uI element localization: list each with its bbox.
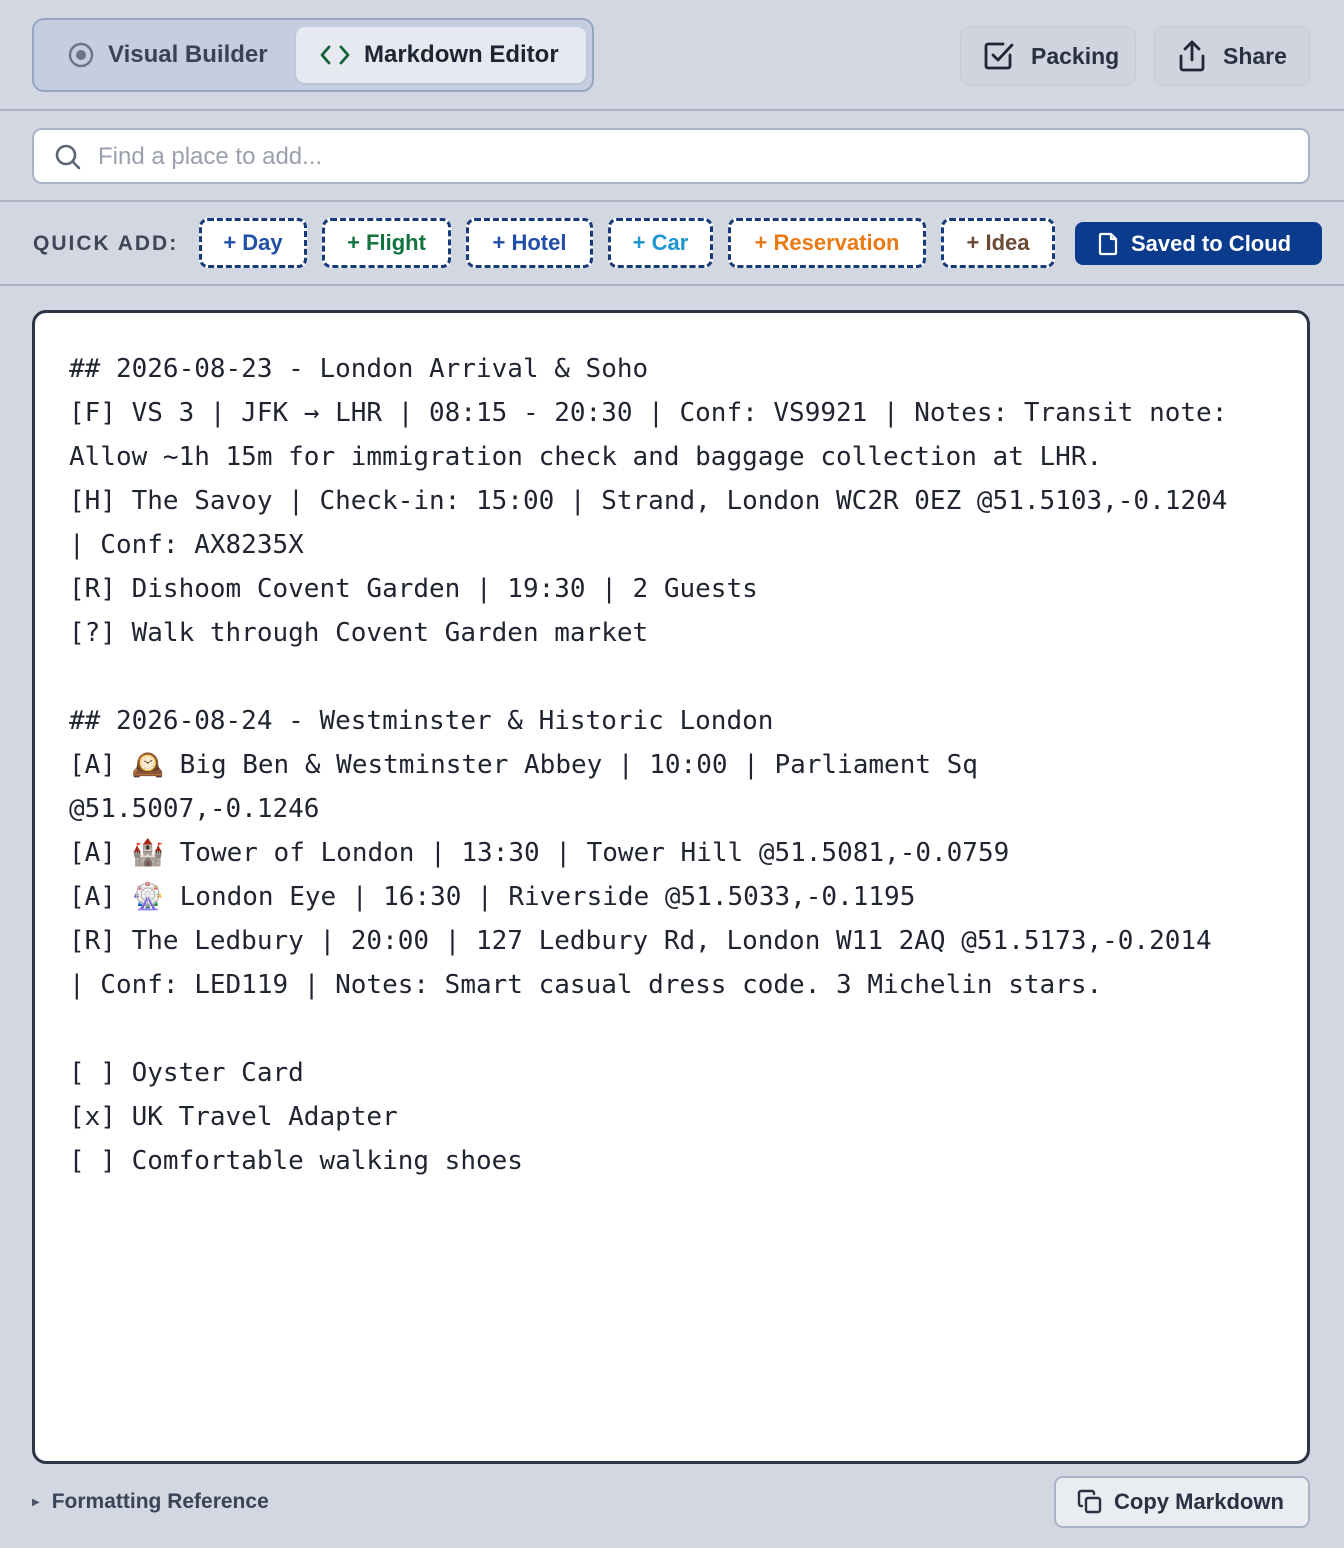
editor-line: [ ] Oyster Card — [69, 1058, 304, 1088]
checkbox-icon — [983, 40, 1015, 72]
editor-line: [ ] Comfortable walking shoes — [69, 1146, 523, 1176]
formatting-reference-label: Formatting Reference — [51, 1490, 269, 1513]
share-button[interactable]: Share — [1154, 26, 1310, 86]
search-input[interactable] — [98, 138, 1288, 176]
editor-line: [A] 🕰️ Big Ben & Westminster Abbey | 10:… — [69, 750, 978, 780]
editor-line: [A] 🎡 London Eye | 16:30 | Riverside @51… — [69, 882, 916, 912]
editor-line: ## 2026-08-23 - London Arrival & Soho — [69, 354, 649, 384]
view-mode-toggle: Visual Builder Markdown Editor — [32, 18, 594, 92]
editor-line: @51.5007,-0.1246 — [69, 794, 320, 824]
editor-line: [A] 🏰 Tower of London | 13:30 | Tower Hi… — [69, 838, 1010, 868]
packing-button[interactable]: Packing — [960, 26, 1136, 86]
add-car-button[interactable]: + Car — [608, 218, 713, 268]
add-day-button[interactable]: + Day — [199, 218, 307, 268]
share-icon — [1177, 39, 1207, 73]
editor-line: [R] Dishoom Covent Garden | 19:30 | 2 Gu… — [69, 574, 758, 604]
add-hotel-button[interactable]: + Hotel — [466, 218, 593, 268]
editor-line: [F] VS 3 | JFK → LHR | 08:15 - 20:30 | C… — [69, 398, 1228, 428]
disclosure-triangle-icon: ▶ — [32, 1496, 40, 1508]
editor-line: ## 2026-08-24 - Westminster & Historic L… — [69, 706, 774, 736]
markdown-editor-tab[interactable]: Markdown Editor — [296, 27, 586, 83]
copy-markdown-button[interactable]: Copy Markdown — [1054, 1476, 1310, 1528]
code-icon — [320, 44, 350, 66]
quick-add-bar: QUICK ADD: + Day + Flight + Hotel + Car … — [0, 202, 1344, 286]
editor-line: | Conf: AX8235X — [69, 530, 304, 560]
top-toolbar: Visual Builder Markdown Editor Packing S… — [0, 0, 1344, 111]
search-icon — [54, 143, 82, 176]
document-icon — [1097, 232, 1119, 256]
add-idea-button[interactable]: + Idea — [941, 218, 1055, 268]
copy-icon — [1076, 1488, 1104, 1516]
search-row — [0, 111, 1344, 202]
quick-add-label: QUICK ADD: — [33, 232, 179, 255]
add-flight-button[interactable]: + Flight — [322, 218, 451, 268]
formatting-reference-toggle[interactable]: ▶ Formatting Reference — [32, 1490, 269, 1514]
search-box — [32, 128, 1310, 184]
visual-builder-label: Visual Builder — [108, 41, 268, 68]
editor-line: Allow ~1h 15m for immigration check and … — [69, 442, 1103, 472]
target-icon — [68, 42, 94, 68]
saved-to-cloud-button[interactable]: Saved to Cloud — [1075, 222, 1322, 265]
visual-builder-tab[interactable]: Visual Builder — [46, 27, 296, 83]
copy-markdown-label: Copy Markdown — [1114, 1489, 1284, 1514]
editor-line: [H] The Savoy | Check-in: 15:00 | Strand… — [69, 486, 1228, 516]
saved-to-cloud-label: Saved to Cloud — [1131, 230, 1292, 256]
editor-line: | Conf: LED119 | Notes: Smart casual dre… — [69, 970, 1103, 1000]
markdown-editor[interactable]: ## 2026-08-23 - London Arrival & Soho [F… — [32, 310, 1310, 1464]
packing-label: Packing — [1031, 42, 1120, 69]
editor-line: [x] UK Travel Adapter — [69, 1102, 398, 1132]
share-label: Share — [1223, 42, 1287, 69]
add-reservation-button[interactable]: + Reservation — [728, 218, 926, 268]
markdown-editor-label: Markdown Editor — [364, 41, 559, 68]
editor-line: [R] The Ledbury | 20:00 | 127 Ledbury Rd… — [69, 926, 1212, 956]
editor-line: [?] Walk through Covent Garden market — [69, 618, 649, 648]
